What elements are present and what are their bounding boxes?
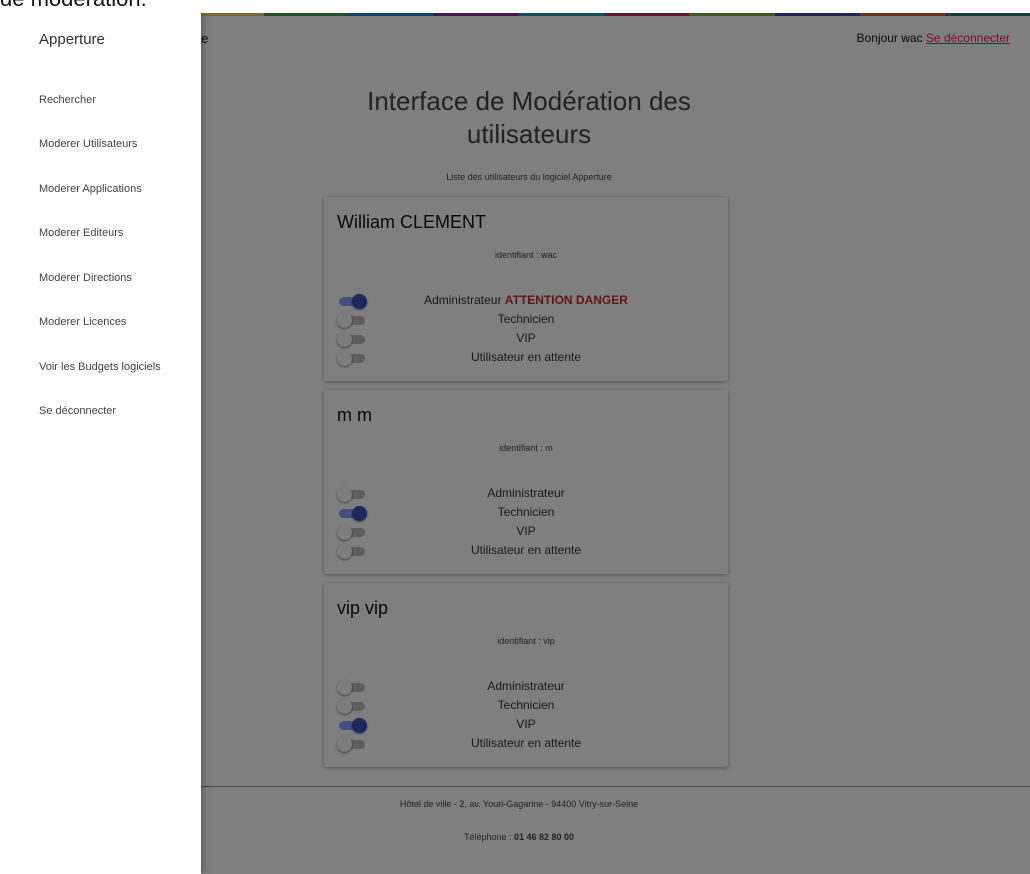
drawer-menu-item[interactable]: Moderer Directions [39,272,199,284]
drawer-menu-item[interactable]: Voir les Budgets logiciels [39,361,199,373]
drawer-menu-item[interactable]: Moderer Editeurs [39,227,199,239]
app-frame: e Bonjour wac Se déconnecter Interface d… [8,13,1030,874]
drawer-menu-item[interactable]: Rechercher [39,94,199,106]
caption-strip: de modération. [0,0,1030,13]
drawer-menu-item[interactable]: Moderer Applications [39,183,199,195]
drawer-menu-item[interactable]: Moderer Licences [39,316,199,328]
drawer-menu-item[interactable]: Se déconnecter [39,405,199,417]
drawer-menu-item[interactable]: Moderer Utilisateurs [39,138,199,150]
navigation-drawer: Apperture Rechercher Moderer Utilisateurs… [8,13,201,874]
caption-text: de modération. [0,0,147,11]
drawer-title: Apperture [39,31,105,48]
